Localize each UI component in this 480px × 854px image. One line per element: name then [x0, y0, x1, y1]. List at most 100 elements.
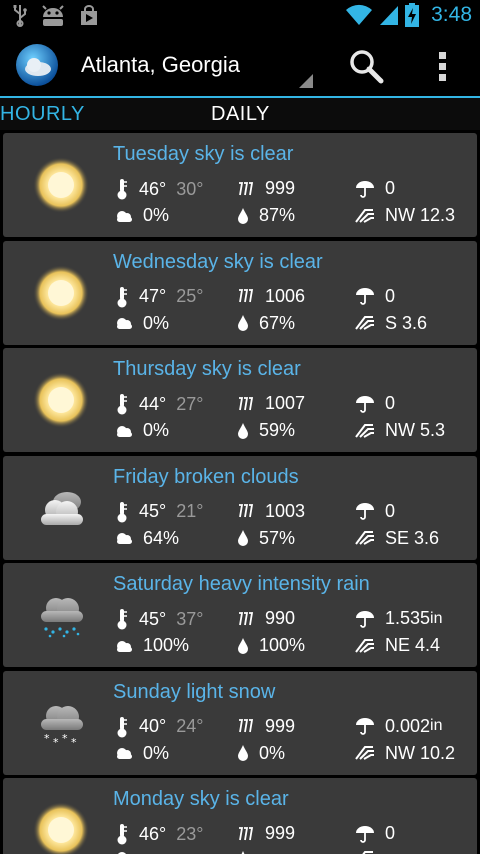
cloud-cover-icon — [117, 533, 132, 544]
humidity: 57% — [237, 528, 295, 549]
precipitation-icon — [356, 180, 374, 198]
pressure-value: 999 — [265, 178, 296, 198]
temperature-high: 40° — [139, 716, 167, 736]
precipitation: 0 — [355, 501, 395, 522]
pressure: 1003 — [237, 501, 305, 522]
temperature-high: 46° — [139, 178, 167, 199]
pressure-value: 990 — [265, 608, 296, 628]
precipitation-icon — [356, 718, 374, 735]
temperature-low: 25° — [176, 286, 204, 306]
location-spinner-indicator[interactable] — [299, 74, 313, 88]
cloud-cover: 0% — [115, 420, 169, 441]
temperature: 47° 25° — [115, 286, 203, 308]
precipitation: 0 — [355, 823, 395, 844]
action-bar: Atlanta, Georgia — [0, 34, 480, 96]
cloud-cover: 0% — [115, 205, 169, 226]
precipitation: 0 — [355, 393, 395, 414]
day-summary: Friday broken clouds — [113, 465, 299, 488]
forecast-day-card[interactable]: Thursday sky is clear 44° 27° 1007 0 0% 59% NW … — [3, 348, 477, 452]
cloud-cover-value: 0% — [143, 205, 170, 225]
humidity — [237, 850, 259, 854]
play-store-icon — [81, 5, 97, 25]
wind-value: NE 4.4 — [385, 635, 441, 655]
humidity: 100% — [237, 635, 305, 656]
location-title[interactable]: Atlanta, Georgia — [81, 52, 240, 78]
wind-value: NW 12.3 — [385, 205, 456, 225]
tab-hourly[interactable]: HOURLY — [0, 103, 85, 126]
precipitation-value: 1.535 — [385, 608, 431, 628]
sun-weather-icon — [31, 263, 91, 323]
daily-forecast-list[interactable]: Tuesday sky is clear 46° 30° 999 0 0% 87% NW 12… — [0, 130, 480, 854]
tab-daily[interactable]: DAILY — [211, 103, 270, 126]
overflow-menu-icon[interactable] — [428, 48, 458, 84]
temperature-icon — [117, 609, 127, 630]
search-icon[interactable] — [346, 46, 386, 86]
forecast-day-card[interactable]: * * * * Sunday light snow 40° 24° 999 0.002 in 0% 0… — [3, 670, 477, 775]
forecast-day-card[interactable]: Wednesday sky is clear 47° 25° 1006 0 0% 67% S … — [3, 240, 477, 345]
tab-strip: HOURLY DAILY — [0, 96, 480, 130]
precipitation: 0 — [355, 286, 395, 307]
pressure-icon — [239, 719, 254, 733]
sun-weather-icon — [31, 155, 91, 215]
svg-text:*: * — [71, 736, 77, 749]
precipitation: 0 — [355, 178, 395, 199]
day-summary: Sunday light snow — [113, 680, 276, 703]
humidity: 67% — [237, 313, 295, 334]
pressure: 999 — [237, 716, 295, 737]
wind-icon — [355, 746, 374, 760]
app-globe-icon[interactable] — [14, 42, 60, 88]
precipitation-icon — [356, 825, 374, 843]
temperature-icon — [117, 179, 127, 200]
cloud-cover — [115, 850, 143, 854]
pressure-icon — [239, 826, 254, 840]
humidity-value: 67% — [259, 312, 296, 333]
wind: NW 10.2 — [355, 743, 455, 764]
humidity: 59% — [237, 420, 295, 441]
sun-weather-icon — [31, 370, 91, 430]
cloud-cover-icon — [117, 425, 132, 437]
forecast-day-card[interactable]: Tuesday sky is clear 46° 30° 999 0 0% 87% NW 12… — [3, 133, 477, 237]
signal-icon — [380, 6, 399, 25]
battery-charging-icon — [405, 3, 420, 27]
cloud-cover-value: 0% — [143, 312, 170, 333]
svg-text:*: * — [53, 736, 59, 749]
cloud-cover-value: 0% — [143, 742, 170, 763]
temperature-low: 23° — [176, 823, 204, 844]
temperature: 46° 30° — [115, 178, 203, 200]
pressure: 1006 — [237, 286, 305, 307]
cloud-cover-value: 0% — [143, 420, 170, 440]
temperature: 46° 23° — [115, 823, 203, 845]
pressure-value: 999 — [265, 823, 296, 843]
temperature-high: 45° — [139, 501, 167, 521]
pressure-icon — [239, 504, 254, 518]
wind-icon — [355, 423, 374, 438]
android-debug-icon — [42, 5, 64, 26]
humidity-value: 0% — [259, 742, 286, 763]
temperature-high: 44° — [139, 393, 167, 414]
forecast-day-card[interactable]: Saturday heavy intensity rain 45° 37° 990 1.… — [3, 563, 477, 667]
day-summary: Wednesday sky is clear — [113, 250, 323, 273]
wind: S 3.6 — [355, 313, 427, 334]
humidity-icon — [238, 637, 248, 654]
humidity-icon — [238, 315, 248, 331]
humidity-icon — [238, 422, 248, 439]
wind-value: SE 3.6 — [385, 527, 440, 548]
temperature-low: 24° — [176, 716, 204, 736]
forecast-day-card[interactable]: Friday broken clouds 45° 21° 1003 0 64% 57% SE … — [3, 455, 477, 560]
cloud-cover-value: 64% — [143, 527, 180, 548]
temperature-low: 27° — [176, 393, 204, 414]
snow-weather-icon: * * * * — [31, 693, 91, 753]
pressure: 1007 — [237, 393, 305, 414]
status-bar: 3:48 — [0, 0, 480, 34]
temperature-icon — [117, 394, 127, 415]
svg-text:*: * — [62, 732, 68, 745]
temperature: 44° 27° — [115, 393, 203, 415]
temperature-icon — [117, 824, 127, 845]
rain-weather-icon — [31, 585, 91, 645]
wind-value: NW 10.2 — [385, 742, 456, 763]
humidity: 87% — [237, 205, 295, 226]
cloud-cover-icon — [117, 640, 132, 652]
forecast-day-card[interactable]: Monday sky is clear 46° 23° 999 0 — [3, 778, 477, 854]
wifi-icon — [346, 4, 373, 25]
cloud-cover: 64% — [115, 528, 179, 549]
